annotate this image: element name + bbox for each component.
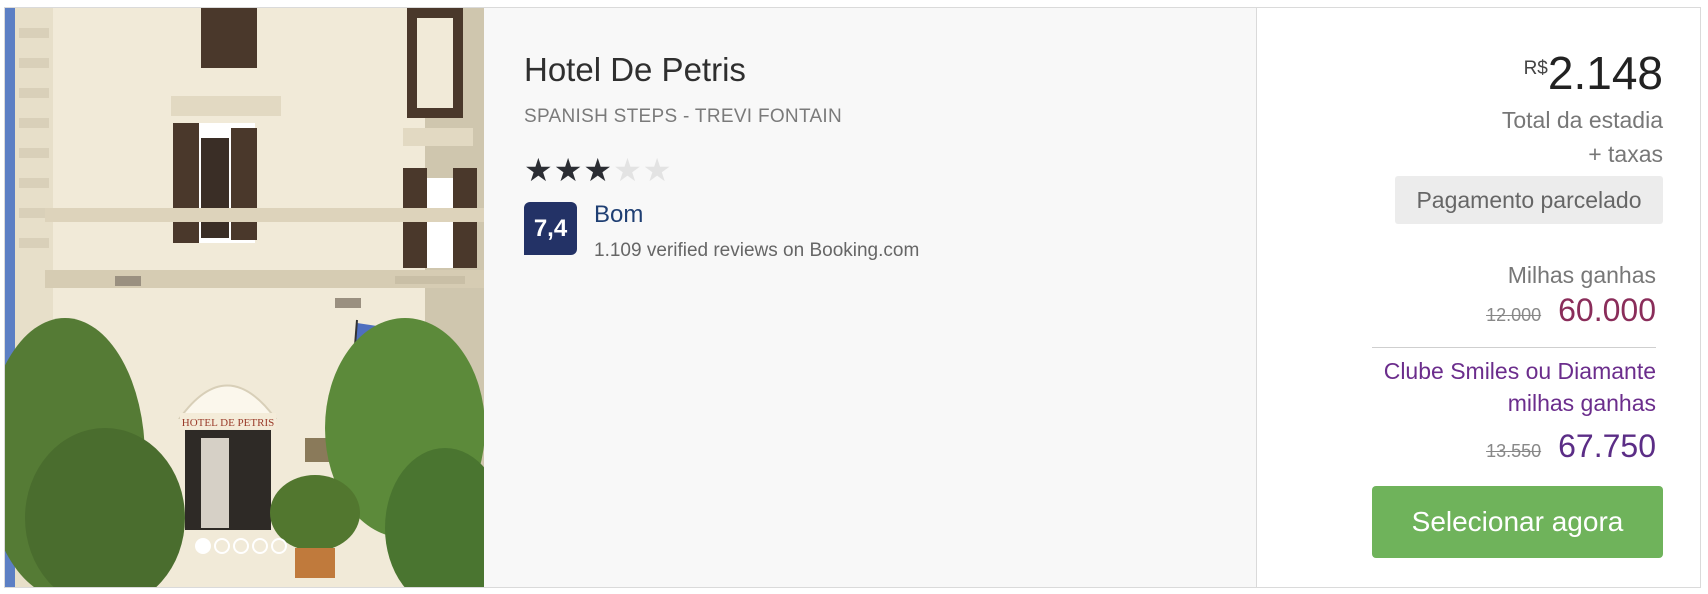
carousel-dot-icon[interactable] (214, 538, 230, 554)
carousel-dots (195, 538, 287, 554)
review-score-badge: 7,4 (524, 202, 577, 255)
star-icon: ★ (524, 152, 553, 188)
miles-old-value: 12.000 (1486, 305, 1542, 325)
price-amount: 2.148 (1547, 47, 1663, 99)
carousel-dot-icon[interactable] (271, 538, 287, 554)
star-icon: ★ (583, 152, 613, 188)
rating-word: Bom (594, 201, 644, 228)
carousel-dot-icon[interactable] (233, 538, 249, 554)
taxes-label: + taxas (1588, 141, 1663, 167)
club-miles-old-value: 13.550 (1486, 441, 1542, 461)
divider (1372, 347, 1656, 348)
price-currency: R$ (1523, 58, 1548, 79)
review-count: 1.109 verified reviews on Booking.com (594, 240, 920, 261)
price: R$2.148 (1524, 46, 1663, 100)
star-rating: ★ ★ ★ ★ ★ (524, 154, 671, 186)
hotel-result-card: HOTEL DE PETRIS Hotel De Petris SPANISH … (4, 7, 1701, 588)
miles-new-value: 60.000 (1558, 292, 1656, 328)
hotel-location: SPANISH STEPS - TREVI FONTAIN (524, 106, 843, 127)
hotel-facade-image: HOTEL DE PETRIS (5, 8, 484, 587)
price-panel: R$2.148 Total da estadia + taxas Pagamen… (1256, 8, 1700, 587)
miles-label: Milhas ganhas (1507, 262, 1656, 288)
club-label-line1: Clube Smiles ou Diamante (1383, 358, 1656, 384)
select-now-button[interactable]: Selecionar agora (1372, 486, 1663, 558)
club-miles-row: 13.550 67.750 (1486, 428, 1656, 465)
star-icon: ★ (553, 152, 583, 188)
carousel-dot-icon[interactable] (252, 538, 268, 554)
installment-button[interactable]: Pagamento parcelado (1395, 176, 1663, 224)
miles-row: 12.000 60.000 (1486, 292, 1656, 329)
club-miles-label: Clube Smiles ou Diamante milhas ganhas (1384, 355, 1656, 419)
hotel-info: Hotel De Petris SPANISH STEPS - TREVI FO… (484, 8, 1256, 587)
club-label-line2: milhas ganhas (1507, 390, 1656, 416)
carousel-dot-icon[interactable] (195, 538, 211, 554)
hotel-name[interactable]: Hotel De Petris (524, 51, 746, 89)
hotel-sign: HOTEL DE PETRIS (182, 417, 274, 429)
star-icon: ★ (642, 152, 672, 188)
hotel-photo[interactable]: HOTEL DE PETRIS (5, 8, 484, 587)
total-stay-label: Total da estadia (1501, 107, 1663, 133)
club-miles-new-value: 67.750 (1558, 428, 1656, 464)
star-icon: ★ (613, 152, 642, 188)
